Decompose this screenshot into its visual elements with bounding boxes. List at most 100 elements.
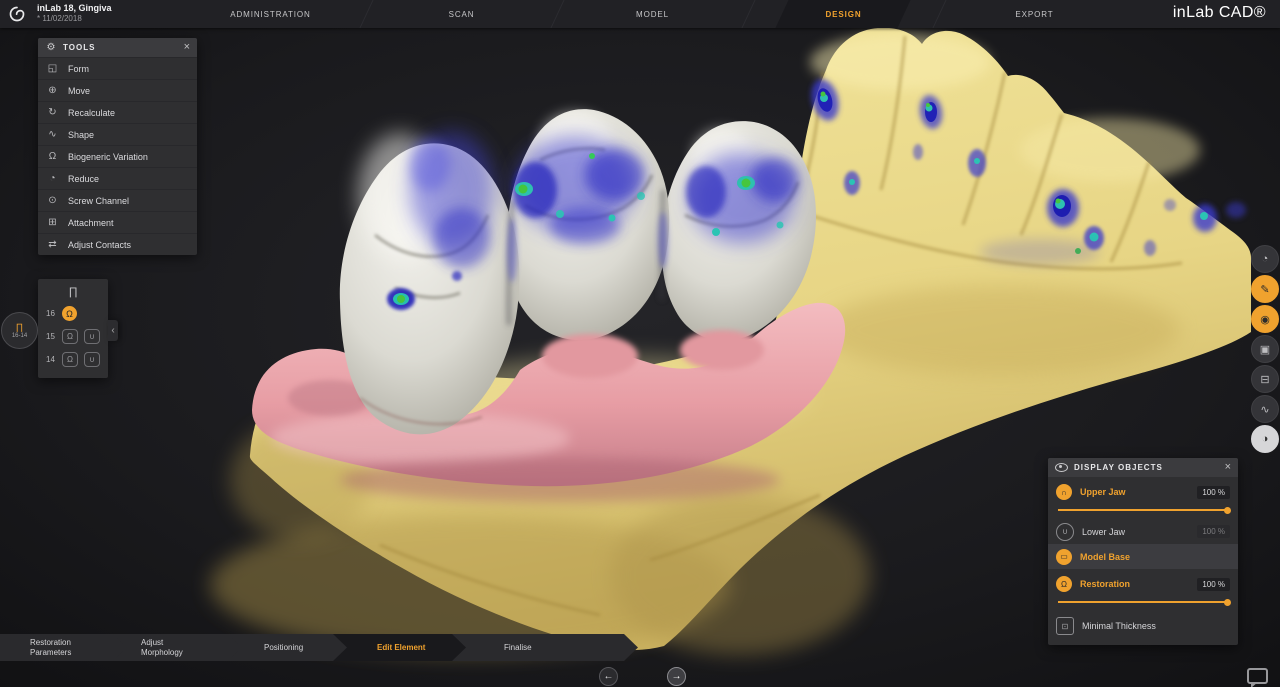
tooth-icon: Ω [46, 151, 59, 162]
nav-model[interactable]: MODEL [557, 0, 748, 28]
adjust-contacts-icon: ⇄ [46, 239, 59, 250]
tool-label: Adjust Contacts [68, 240, 131, 250]
spline-icon[interactable]: ∿ [1251, 395, 1279, 423]
slider-knob[interactable] [1224, 507, 1231, 514]
row-label: Restoration [1080, 579, 1189, 589]
row-label: Model Base [1080, 552, 1230, 562]
step-label: Edit Element [377, 643, 425, 653]
crown-icon[interactable]: Ω [62, 352, 78, 367]
shade-icon[interactable]: ◑ [1251, 425, 1279, 453]
tool-move[interactable]: ⊕ Move [38, 79, 197, 101]
opacity-value: 100 % [1197, 525, 1230, 538]
close-icon[interactable]: × [1225, 462, 1231, 473]
pontic-icon[interactable]: ∪ [84, 352, 100, 367]
next-step-button[interactable]: → [667, 667, 686, 686]
case-name: inLab 18, Gingiva [37, 3, 112, 14]
collapse-panel-chevron[interactable]: ‹ [108, 320, 118, 341]
nav-label: MODEL [636, 10, 669, 19]
display-row-restoration[interactable]: Ω Restoration 100 % [1048, 569, 1238, 599]
tool-adjust-contacts[interactable]: ⇄ Adjust Contacts [38, 233, 197, 255]
step-label: Positioning [264, 643, 303, 653]
bridge-icon: ∏ [16, 323, 23, 332]
top-bar: inLab 18, Gingiva * 11/02/2018 ADMINISTR… [0, 0, 1280, 28]
pencil-icon[interactable]: ✎ [1251, 275, 1279, 303]
tool-label: Shape [68, 130, 94, 140]
tool-label: Reduce [68, 174, 99, 184]
tool-label: Recalculate [68, 108, 115, 118]
tooth-number: 14 [46, 355, 56, 364]
crown-icon[interactable]: Ω [62, 329, 78, 344]
screw-channel-icon: ⊙ [46, 195, 59, 206]
row-label: Upper Jaw [1080, 487, 1189, 497]
tool-attachment[interactable]: ⊞ Attachment [38, 211, 197, 233]
tool-label: Biogeneric Variation [68, 152, 148, 162]
lower-jaw-icon: ∪ [1056, 523, 1074, 541]
side-toolbar: ◔ ✎ ◉ ▣ ⊟ ∿ ◑ [1251, 245, 1279, 453]
shape-icon: ∿ [46, 129, 59, 140]
display-objects-panel: DISPLAY OBJECTS × ∩ Upper Jaw 100 % ∪ Lo… [1048, 458, 1238, 645]
case-date: * 11/02/2018 [37, 14, 112, 24]
upper-jaw-icon: ∩ [1056, 484, 1072, 500]
chat-icon[interactable] [1247, 668, 1268, 684]
tooth-number: 16 [46, 309, 56, 318]
model-base-icon: ▭ [1056, 549, 1072, 565]
restoration-opacity-slider[interactable] [1048, 599, 1238, 611]
tool-screw-channel[interactable]: ⊙ Screw Channel [38, 189, 197, 211]
tools-panel-header: ⚙ TOOLS × [38, 38, 197, 57]
tool-label: Form [68, 64, 89, 74]
tool-shape[interactable]: ∿ Shape [38, 123, 197, 145]
tool-biogeneric-variation[interactable]: Ω Biogeneric Variation [38, 145, 197, 167]
crown-icon[interactable]: Ω [62, 306, 77, 321]
bridge-icon: ∏ [38, 284, 108, 302]
move-icon: ⊕ [46, 85, 59, 96]
main-nav: ADMINISTRATION SCAN MODEL DESIGN EXPORT [175, 0, 1130, 28]
restoration-icon: Ω [1056, 576, 1072, 592]
restoration-range-badge[interactable]: ∏ 16-14 [1, 312, 38, 349]
display-row-lower-jaw[interactable]: ∪ Lower Jaw 100 % [1048, 519, 1238, 544]
nav-scan[interactable]: SCAN [366, 0, 557, 28]
nav-label: SCAN [449, 10, 475, 19]
tooth-row-14: 14 Ω ∪ [38, 348, 108, 371]
tooth-row-15: 15 Ω ∪ [38, 325, 108, 348]
analysis-icon[interactable]: ◉ [1251, 305, 1279, 333]
row-label: Lower Jaw [1082, 527, 1189, 537]
tool-reduce[interactable]: ◔ Reduce [38, 167, 197, 189]
nav-administration[interactable]: ADMINISTRATION [175, 0, 366, 28]
display-row-model-base[interactable]: ▭ Model Base [1048, 544, 1238, 569]
step-label: Adjust Morphology [141, 638, 197, 657]
tooth-selector-panel: ∏ 16 Ω 15 Ω ∪ 14 Ω ∪ [38, 279, 108, 378]
model-view-icon[interactable]: ◔ [1251, 245, 1279, 273]
app-logo-icon [9, 6, 25, 22]
previous-step-button[interactable]: ← [599, 667, 618, 686]
tooth-number: 15 [46, 332, 56, 341]
display-row-upper-jaw[interactable]: ∩ Upper Jaw 100 % [1048, 477, 1238, 507]
step-finalise[interactable]: Finalise [452, 634, 638, 661]
tools-panel: ⚙ TOOLS × ◱ Form ⊕ Move ↻ Recalculate ∿ … [38, 38, 197, 255]
split-screen-icon[interactable]: ⊟ [1251, 365, 1279, 393]
nav-design[interactable]: DESIGN [748, 0, 939, 28]
opacity-value: 100 % [1197, 486, 1230, 499]
nav-export[interactable]: EXPORT [939, 0, 1130, 28]
nav-label: DESIGN [825, 10, 861, 19]
recalculate-icon: ↻ [46, 107, 59, 118]
attachment-icon: ⊞ [46, 217, 59, 228]
copy-view-icon[interactable]: ▣ [1251, 335, 1279, 363]
upper-jaw-opacity-slider[interactable] [1048, 507, 1238, 519]
app-window: inLab 18, Gingiva * 11/02/2018 ADMINISTR… [0, 0, 1280, 687]
nav-label: EXPORT [1015, 10, 1053, 19]
tool-recalculate[interactable]: ↻ Recalculate [38, 101, 197, 123]
brand-logo: inLab CAD® [1173, 4, 1266, 22]
pontic-icon[interactable]: ∪ [84, 329, 100, 344]
eye-icon [1055, 463, 1068, 472]
display-row-minimal-thickness[interactable]: ⊡ Minimal Thickness [1048, 611, 1238, 641]
tooth-row-16: 16 Ω [38, 302, 108, 325]
step-label: Finalise [504, 643, 532, 653]
close-icon[interactable]: × [184, 42, 190, 53]
display-panel-header: DISPLAY OBJECTS × [1048, 458, 1238, 477]
tool-label: Screw Channel [68, 196, 129, 206]
minimal-thickness-icon: ⊡ [1056, 617, 1074, 635]
tool-form[interactable]: ◱ Form [38, 57, 197, 79]
range-label: 16-14 [12, 333, 27, 339]
chat-icon-tail [1251, 682, 1258, 687]
slider-knob[interactable] [1224, 599, 1231, 606]
